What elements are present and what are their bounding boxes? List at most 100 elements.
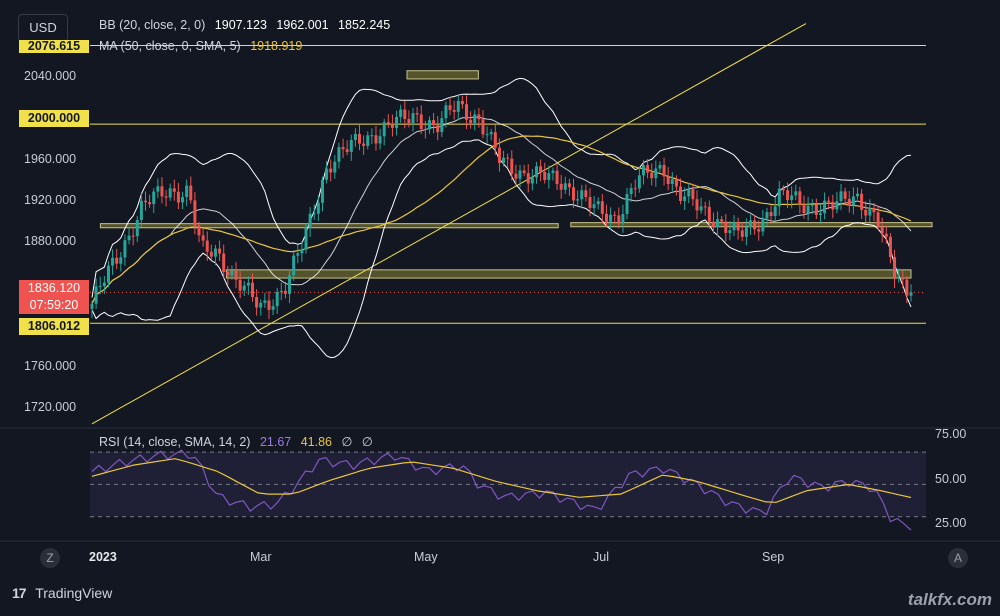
candle-body	[419, 114, 423, 129]
candle-body	[818, 213, 822, 215]
candle-body	[148, 202, 152, 205]
candle-body	[374, 135, 378, 144]
candle-body	[308, 213, 312, 228]
candle-body	[510, 158, 514, 174]
ma-legend[interactable]: MA (50, close, 0, SMA, 5) 1918.919	[99, 39, 302, 53]
candle-body	[823, 200, 827, 214]
rsi-extra-2: ∅	[361, 435, 373, 449]
candle-body	[345, 149, 349, 152]
candle-body	[901, 277, 905, 280]
tradingview-brand[interactable]: 17 TradingView	[12, 585, 112, 601]
candle-body	[378, 136, 382, 144]
candle-body	[448, 105, 452, 110]
candle-body	[711, 221, 715, 228]
candle-body	[127, 235, 131, 241]
candle-body	[485, 134, 489, 136]
candle-body	[222, 253, 226, 272]
time-label-mar: Mar	[250, 550, 272, 564]
candle-body	[456, 100, 460, 112]
candle-body	[193, 200, 197, 226]
candle-body	[444, 105, 448, 119]
tradingview-brand-text: TradingView	[35, 585, 113, 601]
candle-body	[777, 188, 781, 207]
candle-body	[304, 227, 308, 250]
candle-body	[773, 206, 777, 216]
candle-body	[843, 191, 847, 199]
candle-body	[473, 114, 477, 123]
candle-body	[341, 147, 345, 150]
bb-legend[interactable]: BB (20, close, 2, 0) 1907.123 1962.001 1…	[99, 18, 390, 32]
currency-selector[interactable]: USD	[18, 14, 68, 42]
candle-body	[156, 186, 160, 192]
candle-body	[181, 196, 185, 203]
candle-body	[514, 173, 518, 179]
rsi-tick-label: 50.00	[935, 472, 967, 486]
candle-body	[530, 177, 534, 184]
candle-body	[337, 147, 341, 162]
candle-body	[613, 214, 617, 216]
support-resistance-zone	[99, 223, 559, 229]
candle-body	[312, 213, 316, 215]
candle-body	[189, 185, 193, 201]
candle-body	[543, 172, 547, 180]
candle-body	[744, 227, 748, 237]
candle-body	[465, 104, 469, 120]
candle-body	[123, 240, 127, 258]
candle-body	[518, 170, 522, 179]
support-resistance-zone	[225, 269, 912, 279]
candle-body	[740, 230, 744, 237]
chart-canvas[interactable]	[0, 0, 1000, 616]
candle-body	[403, 109, 407, 120]
candle-body	[255, 297, 259, 308]
candle-body	[637, 175, 641, 189]
candle-body	[814, 204, 818, 215]
candle-body	[646, 165, 650, 173]
support-resistance-zone	[406, 70, 479, 80]
candle-body	[592, 204, 596, 209]
zoom-reset-button[interactable]: Z	[40, 548, 60, 568]
candle-body	[855, 193, 859, 197]
candle-body	[300, 249, 304, 254]
candle-body	[283, 290, 287, 294]
candle-body	[884, 233, 888, 237]
current-price-tag: 1836.120 07:59:20	[19, 280, 89, 314]
ma-legend-label: MA (50, close, 0, SMA, 5)	[99, 39, 241, 53]
candle-body	[555, 170, 559, 184]
candle-body	[724, 221, 728, 233]
candle-body	[703, 206, 707, 208]
candle-body	[897, 277, 901, 279]
candle-body	[629, 188, 633, 195]
price-tick-label: 1880.000	[24, 234, 77, 248]
candle-body	[526, 173, 530, 184]
candle-body	[654, 168, 658, 179]
rsi-tick-label: 75.00	[935, 427, 967, 441]
candle-body	[251, 282, 255, 298]
candle-body	[806, 205, 810, 214]
rsi-extra-1: ∅	[341, 435, 353, 449]
candle-body	[687, 189, 691, 197]
candle-body	[432, 120, 436, 126]
candle-body	[205, 240, 209, 252]
candle-body	[786, 190, 790, 201]
candle-body	[201, 235, 205, 241]
price-tick-label: 1760.000	[24, 359, 77, 373]
candle-body	[390, 123, 394, 128]
price-tick-label: 1920.000	[24, 193, 77, 207]
price-tick-label: 1720.000	[24, 400, 77, 414]
rsi-legend[interactable]: RSI (14, close, SMA, 14, 2) 21.67 41.86 …	[99, 434, 373, 449]
candle-body	[168, 188, 172, 198]
candle-body	[522, 170, 526, 174]
auto-scale-button[interactable]: A	[948, 548, 968, 568]
candle-body	[905, 279, 909, 296]
candle-body	[493, 132, 497, 148]
candle-body	[567, 183, 571, 188]
candle-body	[399, 109, 403, 117]
level-2000-tag: 2000.000	[19, 110, 89, 127]
candle-body	[876, 212, 880, 227]
candle-body	[650, 172, 654, 179]
candle-body	[362, 143, 366, 146]
candle-body	[135, 219, 139, 237]
candle-body	[666, 176, 670, 185]
candle-body	[572, 187, 576, 201]
candle-body	[246, 282, 250, 286]
